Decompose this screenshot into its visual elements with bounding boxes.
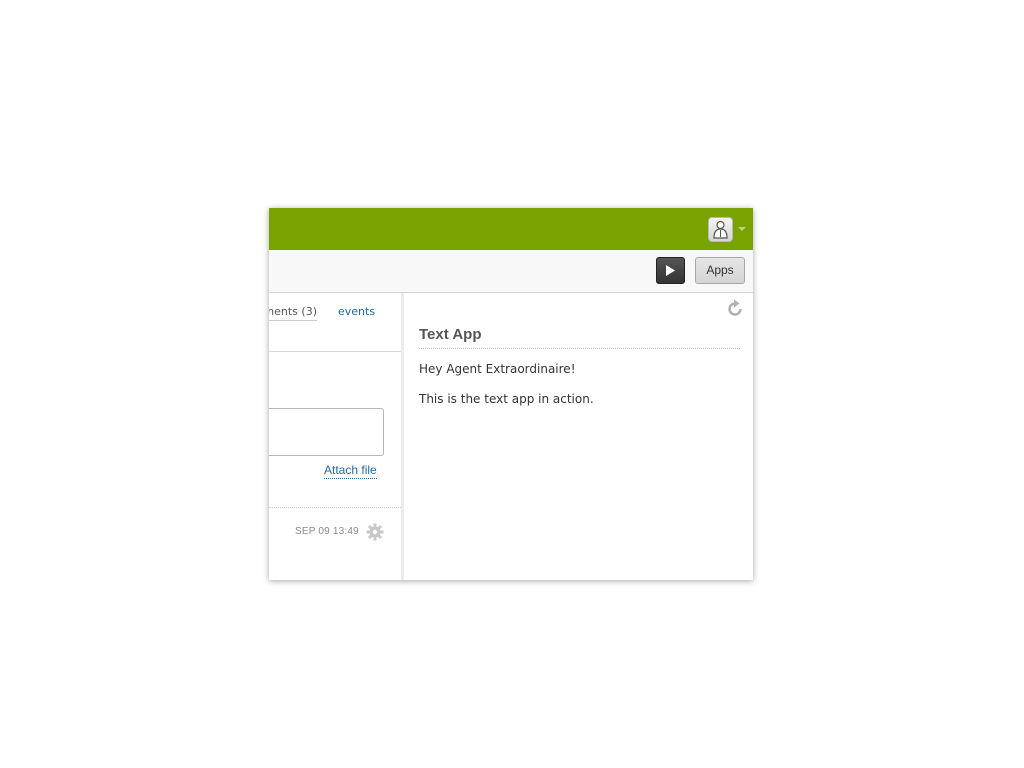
play-button[interactable] xyxy=(656,257,685,284)
ticket-pane: nents (3) events Attach file SEP 09 13:4… xyxy=(269,293,402,580)
attach-file-link[interactable]: Attach file xyxy=(324,463,377,479)
gear-icon[interactable] xyxy=(366,523,384,541)
comment-input[interactable] xyxy=(269,408,384,456)
divider xyxy=(419,348,740,349)
apps-button[interactable]: Apps xyxy=(695,257,745,284)
tab-events[interactable]: events xyxy=(338,305,375,318)
apps-panel: Text App Hey Agent Extraordinaire! This … xyxy=(404,293,753,580)
comment-timestamp: SEP 09 13:49 xyxy=(295,526,359,537)
app-window: Apps nents (3) events Attach file SEP 09… xyxy=(269,208,753,580)
divider xyxy=(269,507,401,508)
play-icon xyxy=(666,265,675,276)
chevron-down-icon[interactable] xyxy=(738,227,746,231)
ticket-toolbar: Apps xyxy=(269,250,753,293)
app-text-line: This is the text app in action. xyxy=(419,392,594,406)
user-avatar-icon[interactable] xyxy=(708,217,733,242)
tab-comments-label: nents (3) xyxy=(269,305,317,318)
tab-comments[interactable]: nents (3) xyxy=(269,305,317,321)
app-text-line: Hey Agent Extraordinaire! xyxy=(419,362,576,376)
top-header-bar xyxy=(269,208,753,250)
divider xyxy=(269,351,401,352)
app-title: Text App xyxy=(419,326,482,343)
refresh-icon[interactable] xyxy=(725,299,745,319)
